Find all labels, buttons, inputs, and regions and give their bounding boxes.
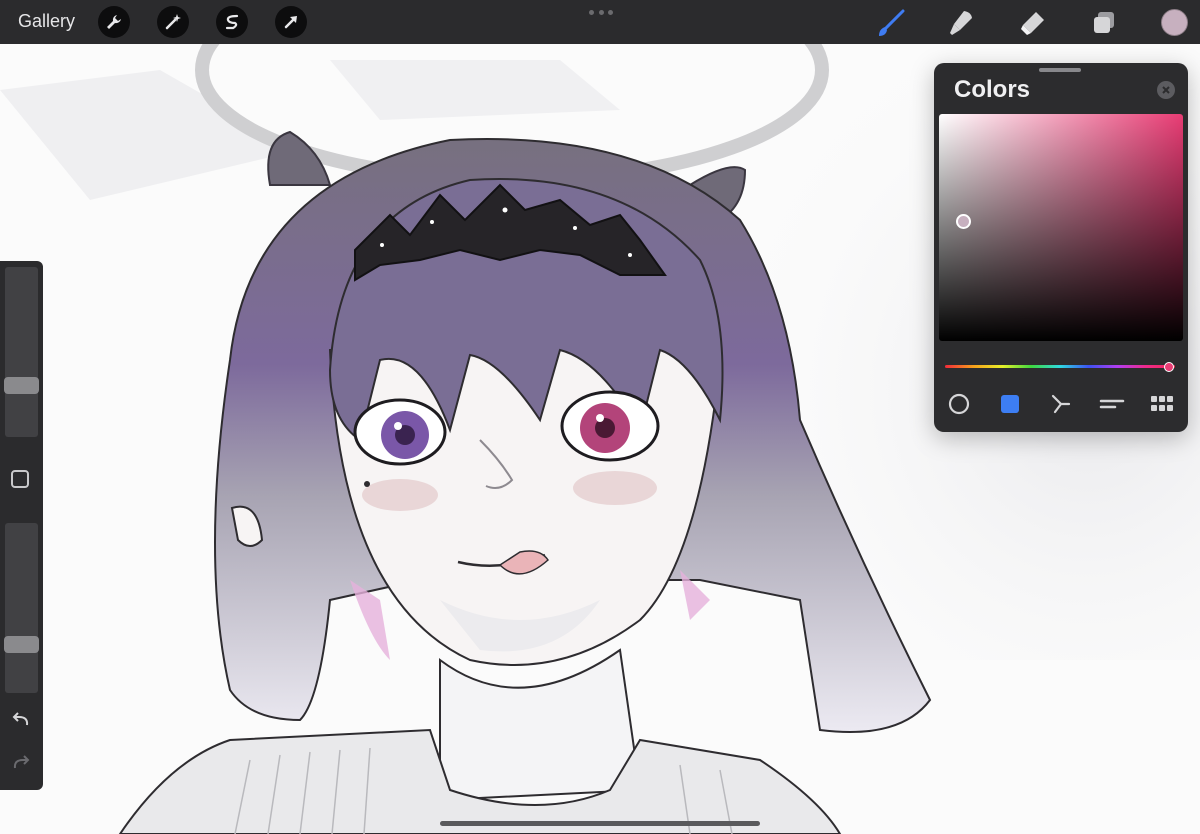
toolbar-grip[interactable]	[589, 10, 613, 16]
panel-title: Colors	[954, 76, 1031, 103]
top-toolbar: Gallery	[0, 0, 1200, 44]
smudge-icon[interactable]	[946, 8, 976, 38]
hue-slider-handle[interactable]	[1164, 362, 1174, 372]
opacity-thumb[interactable]	[4, 636, 39, 653]
selection-icon[interactable]	[216, 6, 248, 38]
brush-size-thumb[interactable]	[4, 377, 39, 394]
harmony-icon[interactable]	[1047, 390, 1075, 418]
panel-drag-handle[interactable]	[1039, 68, 1081, 72]
transform-arrow-icon[interactable]	[275, 6, 307, 38]
saturation-brightness-picker[interactable]	[939, 114, 1183, 341]
home-indicator[interactable]	[440, 821, 760, 826]
close-icon[interactable]	[1157, 81, 1175, 99]
modify-button[interactable]	[11, 470, 29, 488]
layers-icon[interactable]	[1089, 8, 1119, 38]
classic-square-icon[interactable]	[996, 390, 1024, 418]
value-sliders-icon[interactable]	[1098, 390, 1126, 418]
undo-icon[interactable]	[9, 708, 33, 732]
left-sidebar	[0, 261, 43, 790]
color-picker-handle[interactable]	[956, 214, 971, 229]
eraser-icon[interactable]	[1017, 8, 1047, 38]
wrench-icon[interactable]	[98, 6, 130, 38]
colors-panel: Colors	[934, 63, 1188, 432]
magic-wand-icon[interactable]	[157, 6, 189, 38]
redo-icon[interactable]	[9, 751, 33, 775]
opacity-slider[interactable]	[4, 523, 39, 693]
disc-icon[interactable]	[945, 390, 973, 418]
palettes-grid-icon[interactable]	[1148, 390, 1176, 418]
current-color-swatch[interactable]	[1161, 9, 1188, 36]
brush-icon[interactable]	[876, 8, 906, 38]
hue-slider[interactable]	[945, 365, 1175, 368]
gallery-button[interactable]: Gallery	[18, 11, 75, 32]
brush-size-slider[interactable]	[4, 267, 39, 437]
